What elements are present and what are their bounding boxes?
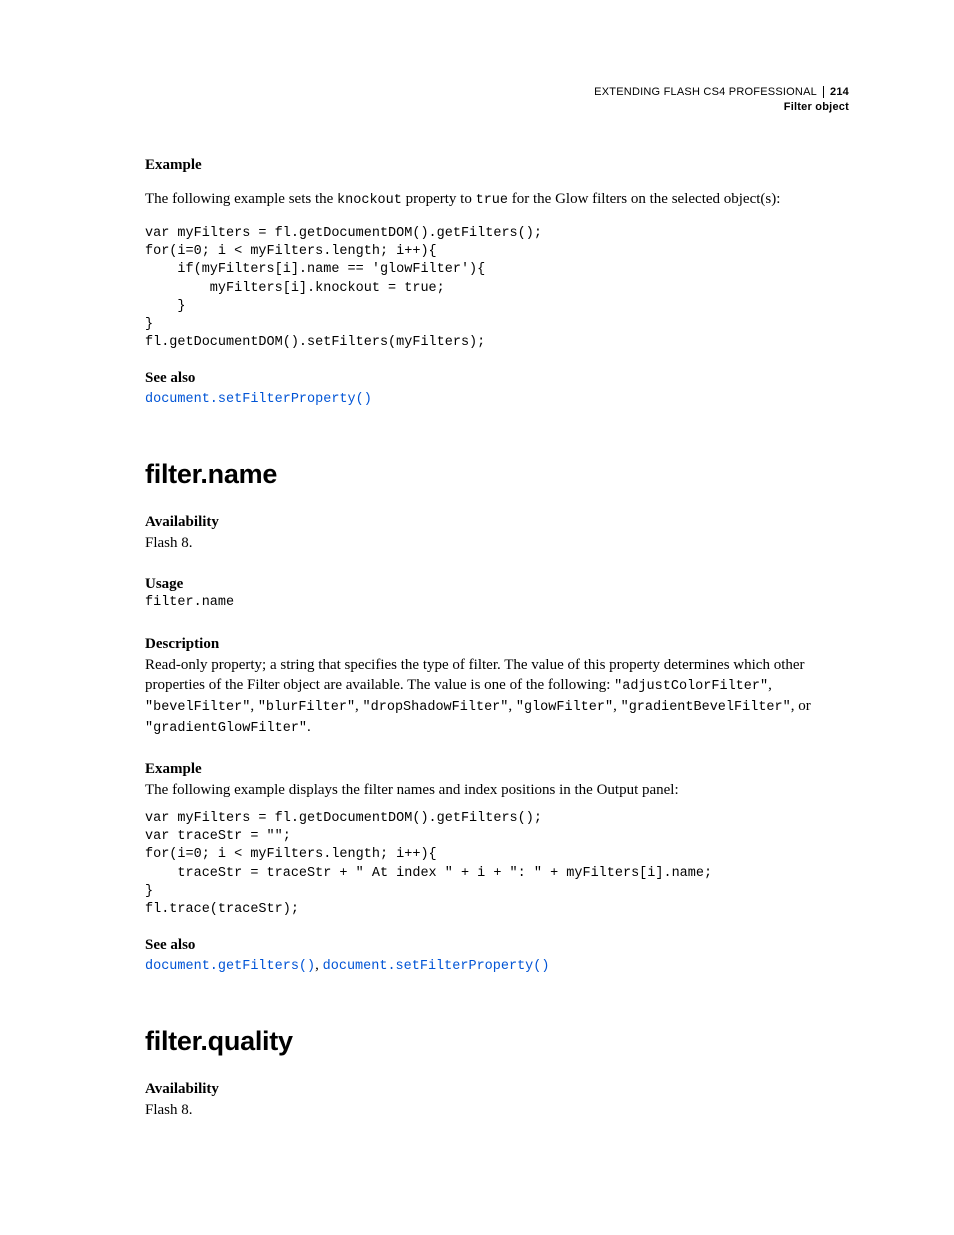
text: , or — [791, 698, 811, 714]
description-text: Read-only property; a string that specif… — [145, 655, 849, 739]
inline-code: "gradientGlowFilter" — [145, 721, 307, 736]
see-also-heading: See also — [145, 370, 849, 387]
inline-code: "gradientBevelFilter" — [621, 700, 791, 715]
section-name: Filter object — [145, 100, 849, 115]
inline-code: "dropShadowFilter" — [363, 700, 509, 715]
availability-text: Flash 8. — [145, 533, 849, 553]
usage-heading: Usage — [145, 576, 849, 593]
text: , — [613, 698, 621, 714]
inline-code: "bevelFilter" — [145, 700, 250, 715]
example-intro: The following example sets the knockout … — [145, 189, 849, 210]
usage-code: filter.name — [145, 595, 849, 610]
code-block: var myFilters = fl.getDocumentDOM().getF… — [145, 810, 849, 919]
text: for the Glow filters on the selected obj… — [508, 191, 780, 207]
see-also-link[interactable]: document.getFilters() — [145, 959, 315, 974]
api-title-filter-quality: filter.quality — [145, 1026, 849, 1057]
availability-heading: Availability — [145, 1081, 849, 1098]
text: . — [307, 719, 311, 735]
text: , — [355, 698, 363, 714]
see-also-link[interactable]: document.setFilterProperty() — [323, 959, 550, 974]
example-heading: Example — [145, 761, 849, 778]
example-intro: The following example displays the filte… — [145, 780, 849, 800]
text: , — [508, 698, 516, 714]
inline-code: "adjustColorFilter" — [614, 679, 768, 694]
api-title-filter-name: filter.name — [145, 459, 849, 490]
page-container: EXTENDING FLASH CS4 PROFESSIONAL 214 Filt… — [0, 0, 954, 1180]
see-also-link[interactable]: document.setFilterProperty() — [145, 392, 372, 407]
text: , — [768, 677, 772, 693]
doc-title: EXTENDING FLASH CS4 PROFESSIONAL — [594, 85, 817, 100]
text: The following example sets the — [145, 191, 337, 207]
inline-code: true — [476, 193, 508, 208]
text: , — [250, 698, 258, 714]
example-heading: Example — [145, 157, 849, 174]
page-number: 214 — [823, 86, 849, 98]
text: property to — [402, 191, 476, 207]
see-also-heading: See also — [145, 937, 849, 954]
inline-code: "glowFilter" — [516, 700, 613, 715]
code-block: var myFilters = fl.getDocumentDOM().getF… — [145, 225, 849, 353]
availability-text: Flash 8. — [145, 1100, 849, 1120]
availability-heading: Availability — [145, 514, 849, 531]
inline-code: knockout — [337, 193, 402, 208]
description-heading: Description — [145, 636, 849, 653]
running-header: EXTENDING FLASH CS4 PROFESSIONAL 214 Filt… — [145, 85, 849, 115]
inline-code: "blurFilter" — [258, 700, 355, 715]
text: , — [315, 957, 323, 973]
